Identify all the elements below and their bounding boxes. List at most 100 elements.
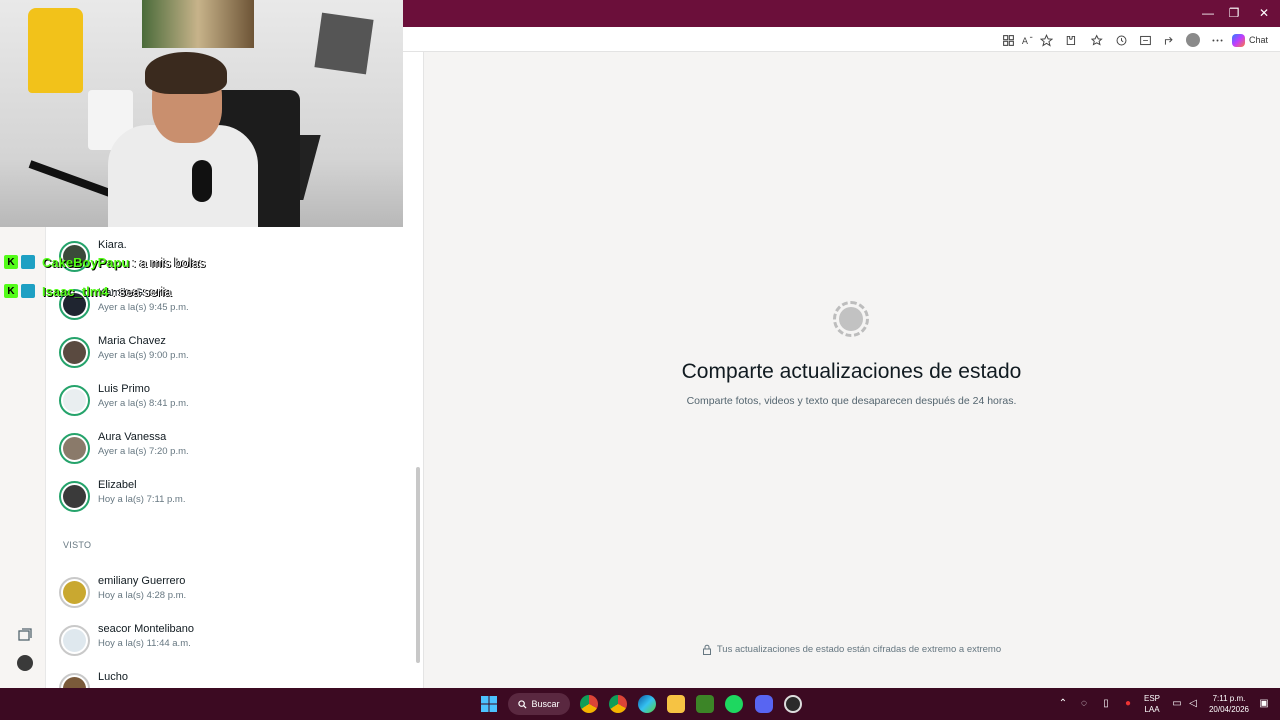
chrome-icon[interactable] [580, 695, 598, 713]
contact-name: Aura Vanessa [98, 431, 167, 443]
status-item[interactable]: seacor Montelibano Hoy a la(s) 11:44 a.m. [59, 621, 399, 661]
chat-message: : a mis bolas [132, 254, 206, 270]
sub-badge-icon [21, 255, 35, 269]
profile-icon[interactable] [1185, 32, 1201, 48]
status-time: Hoy a la(s) 7:11 p.m. [98, 494, 186, 505]
status-time: Ayer a la(s) 9:00 p.m. [98, 350, 189, 361]
search-icon [518, 699, 527, 709]
favorite-star-icon[interactable] [1038, 32, 1054, 48]
clock-time: 7:11 p.m. [1212, 694, 1246, 703]
lang-bottom: LAA [1144, 705, 1160, 714]
status-ring [59, 481, 90, 512]
minimize-button[interactable]: — [1194, 4, 1222, 22]
taskbar: Buscar ⌃ ◌ ▯ ● ESP LAA ▭ ◁ 7:11 p.m. 20/… [0, 688, 1280, 720]
mic-tray-icon[interactable]: ● [1122, 698, 1134, 710]
status-item[interactable]: emiliany Guerrero Hoy a la(s) 4:28 p.m. [59, 573, 399, 613]
more-options-icon[interactable] [1209, 32, 1225, 48]
lang-top: ESP [1143, 694, 1160, 703]
contact-name: seacor Montelibano [98, 623, 195, 635]
jersey-decoration [28, 8, 83, 93]
status-time: Ayer a la(s) 7:20 p.m. [98, 446, 189, 457]
status-ring [59, 385, 90, 416]
contact-name: Luis Primo [98, 383, 150, 395]
encryption-text: Tus actualizaciones de estado están cifr… [716, 644, 1002, 655]
status-time: Hoy a la(s) 4:28 p.m. [98, 590, 187, 601]
search-label: Buscar [531, 699, 560, 709]
share-icon[interactable] [1161, 32, 1177, 48]
language-indicator[interactable]: ESP LAA [1140, 693, 1164, 715]
seen-section-label: VISTO [63, 540, 92, 550]
main-title: Comparte actualizaciones de estado [681, 360, 1022, 383]
encryption-note: Tus actualizaciones de estado están cifr… [424, 644, 1279, 655]
contact-name: emiliany Guerrero [98, 575, 186, 587]
extensions-icon[interactable] [1062, 32, 1078, 48]
poster-decoration [142, 0, 254, 48]
edge-icon[interactable] [638, 695, 656, 713]
status-main-pane: Comparte actualizaciones de estado Compa… [423, 52, 1280, 688]
contact-avatar [63, 437, 86, 460]
contact-avatar [63, 389, 86, 412]
status-icon [833, 301, 869, 337]
contact-name: Maria Chavez [98, 335, 166, 347]
chat-username: CakeBoyPapu [42, 254, 130, 270]
status-time: Ayer a la(s) 8:41 p.m. [98, 398, 189, 409]
restore-button[interactable]: ❐ [1220, 4, 1248, 22]
kick-badge-icon: K [4, 255, 18, 269]
minecraft-icon[interactable] [696, 695, 714, 713]
tray-app-icon[interactable]: ◌ [1078, 698, 1090, 710]
media-gallery-icon[interactable] [17, 627, 33, 643]
close-button[interactable]: ✕ [1250, 4, 1278, 22]
status-ring [59, 625, 90, 656]
chat-label: Chat [1249, 35, 1269, 45]
status-time: Hoy a la(s) 11:44 a.m. [98, 638, 191, 649]
status-ring [59, 433, 90, 464]
chevron-up-icon[interactable]: ⌃ [1057, 698, 1069, 710]
main-subtitle: Comparte fotos, videos y texto que desap… [686, 395, 1017, 407]
apps-icon[interactable] [1000, 32, 1016, 48]
taskbar-search[interactable]: Buscar [508, 693, 570, 715]
contact-avatar [63, 629, 86, 652]
windows-start-icon[interactable] [480, 695, 498, 713]
contact-name: Lucho [98, 671, 128, 683]
status-item[interactable]: Aura Vanessa Ayer a la(s) 7:20 p.m. [59, 429, 399, 469]
volume-icon[interactable]: ◁ [1187, 698, 1199, 710]
obs-icon[interactable] [784, 695, 802, 713]
copilot-chat-button[interactable]: Chat [1232, 31, 1268, 49]
clock-date: 20/04/2026 [1208, 705, 1250, 714]
lock-icon [702, 644, 711, 655]
status-ring [59, 337, 90, 368]
chrome-profile-icon[interactable] [609, 695, 627, 713]
profile-avatar[interactable] [17, 655, 33, 671]
status-ring [59, 577, 90, 608]
frame-decoration [314, 12, 374, 75]
contact-name: Elizabel [98, 479, 137, 491]
history-icon[interactable] [1113, 32, 1129, 48]
contact-avatar [63, 341, 86, 364]
microphone [192, 160, 212, 202]
notifications-icon[interactable]: ▣ [1258, 698, 1270, 710]
kick-badge-icon: K [4, 284, 18, 298]
copilot-icon [1232, 33, 1245, 47]
svg-text:A: A [1021, 36, 1028, 46]
chat-username: Isaac_tlm4 [42, 283, 109, 299]
webcam-overlay [0, 0, 403, 227]
status-time: Ayer a la(s) 9:45 p.m. [98, 302, 189, 313]
read-aloud-icon[interactable]: A [1019, 32, 1035, 48]
favorites-icon[interactable] [1089, 32, 1105, 48]
discord-icon[interactable] [755, 695, 773, 713]
spotify-icon[interactable] [725, 695, 743, 713]
stream-chat-line: K Isaac_tlm4 : sea seria [4, 283, 171, 299]
battery-icon[interactable]: ▯ [1100, 698, 1112, 710]
status-item[interactable]: Luis Primo Ayer a la(s) 8:41 p.m. [59, 381, 399, 421]
file-explorer-icon[interactable] [667, 695, 685, 713]
clock[interactable]: 7:11 p.m. 20/04/2026 [1204, 693, 1254, 715]
status-item[interactable]: Maria Chavez Ayer a la(s) 9:00 p.m. [59, 333, 399, 373]
contact-avatar [63, 485, 86, 508]
sub-badge-icon [21, 284, 35, 298]
screenshot-icon[interactable] [1137, 32, 1153, 48]
status-item[interactable]: Elizabel Hoy a la(s) 7:11 p.m. [59, 477, 399, 517]
network-icon[interactable]: ▭ [1171, 698, 1183, 710]
status-list-scrollbar[interactable] [416, 467, 420, 663]
contact-avatar [63, 581, 86, 604]
chat-message: : sea seria [111, 283, 172, 299]
